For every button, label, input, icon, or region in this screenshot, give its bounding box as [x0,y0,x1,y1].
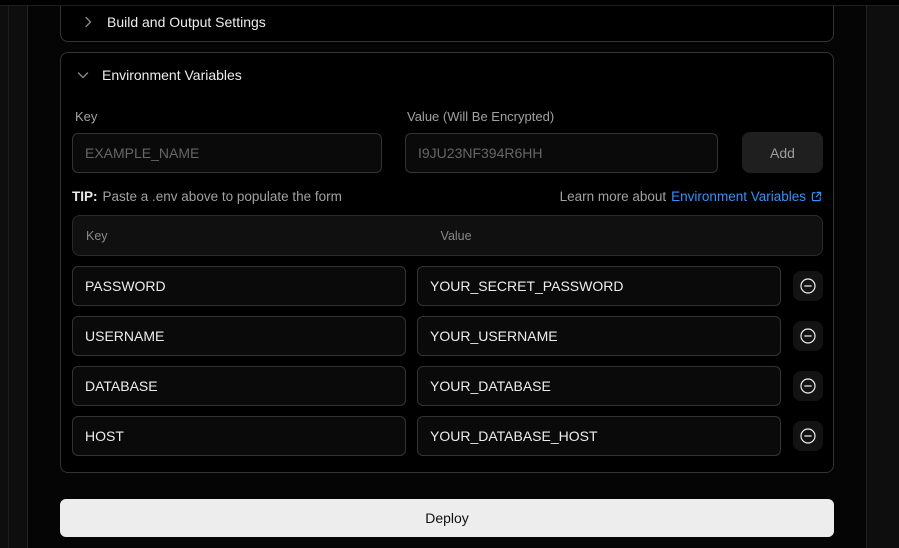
build-output-settings-section[interactable]: Build and Output Settings [60,0,834,42]
chevron-right-icon [80,14,96,30]
env-row-value-input[interactable] [417,416,781,456]
environment-variables-header[interactable]: Environment Variables [75,67,242,83]
build-output-settings-title: Build and Output Settings [107,14,266,30]
tip-text: TIP: Paste a .env above to populate the f… [72,189,342,204]
circle-minus-icon [799,327,817,345]
external-link-icon [810,190,823,203]
remove-variable-button[interactable] [793,371,823,401]
key-field-label: Key [75,109,98,124]
env-row-value-input[interactable] [417,316,781,356]
add-button[interactable]: Add [742,132,823,173]
env-var-row [72,316,823,356]
left-guide-line [8,6,9,548]
remove-variable-button[interactable] [793,421,823,451]
learn-more-label: Learn more about [559,189,667,204]
env-row-key-input[interactable] [72,316,406,356]
tip-body: Paste a .env above to populate the form [102,189,342,204]
env-table-header-value: Value [440,228,472,243]
circle-minus-icon [799,427,817,445]
env-row-value-input[interactable] [417,266,781,306]
environment-variables-link-text: Environment Variables [671,189,806,204]
remove-variable-button[interactable] [793,271,823,301]
circle-minus-icon [799,377,817,395]
env-var-row [72,416,823,456]
env-row-key-input[interactable] [72,366,406,406]
value-field-label: Value (Will Be Encrypted) [407,109,555,124]
tip-prefix: TIP: [72,189,98,204]
env-rows [72,266,823,456]
env-row-key-input[interactable] [72,416,406,456]
env-row-value-input[interactable] [417,366,781,406]
env-var-row [72,266,823,306]
key-input[interactable] [72,133,382,173]
env-table-header: Key Value [72,215,823,256]
env-var-row [72,366,823,406]
remove-variable-button[interactable] [793,321,823,351]
top-header-edge [0,0,899,6]
circle-minus-icon [799,277,817,295]
env-row-key-input[interactable] [72,266,406,306]
deploy-button[interactable]: Deploy [60,499,834,537]
environment-variables-title: Environment Variables [102,67,242,83]
environment-variables-section: Environment Variables Key Value (Will Be… [60,52,834,473]
value-input[interactable] [405,133,718,173]
env-table-header-key: Key [86,228,108,243]
environment-variables-link[interactable]: Environment Variables [671,189,823,204]
chevron-down-icon [75,67,91,83]
